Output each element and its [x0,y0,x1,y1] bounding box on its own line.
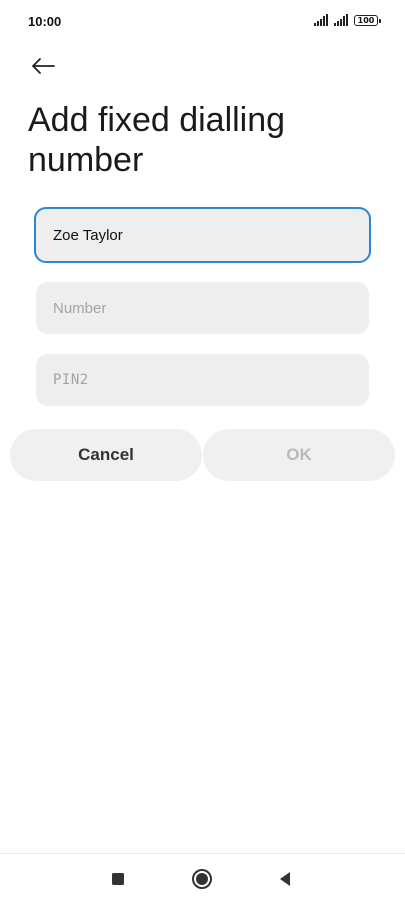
status-time: 10:00 [28,14,62,29]
page-title: Add fixed dialling number [28,101,286,179]
pin2-field[interactable] [36,354,369,406]
name-field[interactable] [34,207,371,263]
name-input[interactable] [53,226,369,244]
arrow-left-icon [32,58,55,74]
status-icons: 100 [314,14,381,26]
number-field[interactable] [36,282,369,334]
screen: 10:00 100 Add fixed dialling number Zoe … [0,0,405,902]
signal-icon [314,14,328,26]
triangle-back-icon [280,872,290,886]
navigation-bar [0,853,405,902]
cancel-button[interactable]: Cancel [10,429,202,481]
home-button[interactable] [189,866,215,892]
nav-back-button[interactable] [272,866,298,892]
battery-icon: 100 [354,14,381,26]
back-button[interactable] [22,46,64,86]
recents-button[interactable] [105,866,131,892]
number-input[interactable] [53,299,369,317]
pin2-input[interactable] [53,372,369,388]
square-icon [112,873,124,885]
status-bar: 10:00 100 [0,0,405,44]
signal-icon-2 [334,14,348,26]
ok-button[interactable]: OK [203,429,395,481]
circle-icon [192,869,212,889]
